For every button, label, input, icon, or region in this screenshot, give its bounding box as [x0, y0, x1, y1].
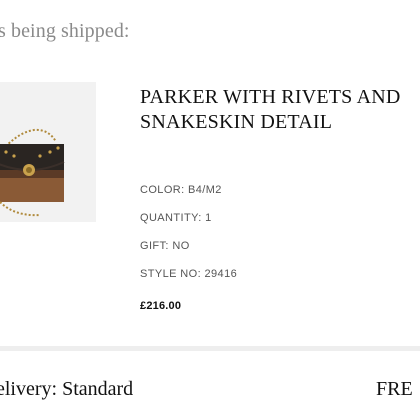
- delivery-method: elivery: Standard: [0, 378, 134, 400]
- product-color: COLOR: B4/M2: [140, 184, 222, 196]
- section-divider: [0, 346, 420, 351]
- delivery-price: FRE: [376, 378, 413, 400]
- product-image[interactable]: [0, 82, 96, 222]
- product-name[interactable]: PARKER WITH RIVETS AND SNAKESKIN DETAIL: [140, 85, 410, 135]
- product-quantity: QUANTITY: 1: [140, 212, 212, 224]
- shipping-heading: s being shipped:: [0, 20, 130, 42]
- handbag-image-icon: [0, 128, 65, 217]
- product-gift: GIFT: NO: [140, 240, 190, 252]
- product-price: £216.00: [140, 300, 182, 312]
- product-style-number: STYLE NO: 29416: [140, 268, 238, 280]
